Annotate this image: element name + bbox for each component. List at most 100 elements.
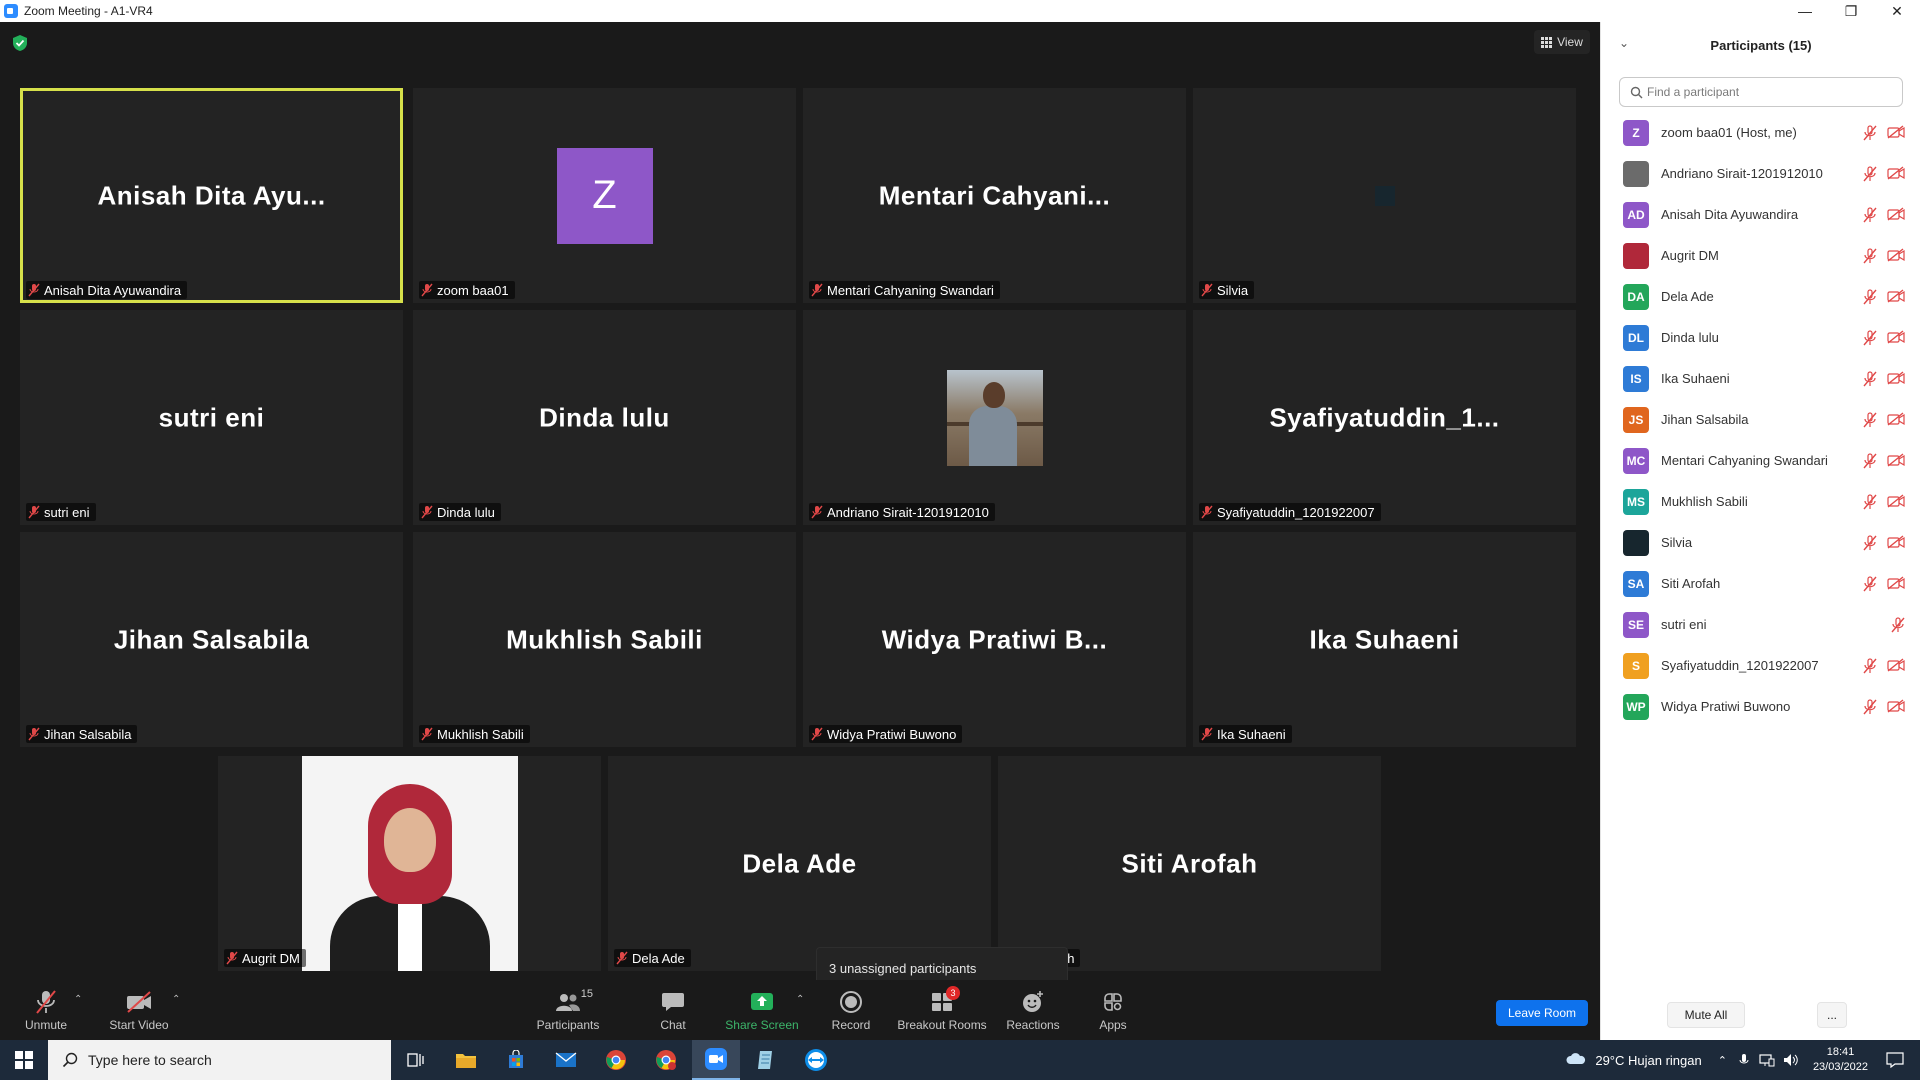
video-tile[interactable]: Jihan Salsabila Jihan Salsabila	[20, 532, 403, 747]
mic-muted-icon[interactable]	[1863, 330, 1877, 351]
mail-button[interactable]	[542, 1040, 590, 1080]
mic-muted-icon[interactable]	[1863, 453, 1877, 474]
zoom-taskbar-button[interactable]	[692, 1040, 740, 1080]
participant-row[interactable]: Augrit DM	[1601, 235, 1920, 276]
minimize-button[interactable]: —	[1782, 0, 1828, 22]
mic-muted-icon[interactable]	[1863, 166, 1877, 187]
mic-muted-icon[interactable]	[1863, 289, 1877, 310]
mic-muted-icon[interactable]	[1891, 617, 1905, 638]
video-off-icon[interactable]	[1887, 535, 1905, 554]
mic-muted-icon[interactable]	[1863, 207, 1877, 228]
share-screen-button[interactable]: Share Screen	[722, 980, 802, 1040]
mic-muted-icon[interactable]	[1863, 699, 1877, 720]
taskbar-search[interactable]: Type here to search	[48, 1040, 391, 1080]
video-tile[interactable]: Andriano Sirait-1201912010	[803, 310, 1186, 525]
participant-row[interactable]: AD Anisah Dita Ayuwandira	[1601, 194, 1920, 235]
more-button[interactable]: ...	[1817, 1002, 1847, 1028]
chevron-down-icon[interactable]: ⌄	[1619, 36, 1629, 50]
video-tile[interactable]: Mukhlish Sabili Mukhlish Sabili	[413, 532, 796, 747]
video-off-icon[interactable]	[1887, 207, 1905, 226]
participant-row[interactable]: DA Dela Ade	[1601, 276, 1920, 317]
tray-overflow-icon[interactable]: ⌃	[1718, 1054, 1727, 1067]
close-button[interactable]: ✕	[1874, 0, 1920, 22]
video-tile[interactable]: sutri eni sutri eni	[20, 310, 403, 525]
participant-row[interactable]: Zzoom baa01 (Host, me)	[1601, 112, 1920, 153]
participant-row[interactable]: WP Widya Pratiwi Buwono	[1601, 686, 1920, 727]
mic-muted-icon[interactable]	[1863, 412, 1877, 433]
video-off-icon[interactable]	[1887, 166, 1905, 185]
video-off-icon[interactable]	[1887, 453, 1905, 472]
video-tile[interactable]: Silvia	[1193, 88, 1576, 303]
video-tile[interactable]: Siti Arofah ah	[998, 756, 1381, 971]
video-tile[interactable]: Dinda lulu Dinda lulu	[413, 310, 796, 525]
task-view-button[interactable]	[392, 1040, 440, 1080]
participant-row[interactable]: MC Mentari Cahyaning Swandari	[1601, 440, 1920, 481]
video-tile[interactable]: Dela Ade Dela Ade	[608, 756, 991, 971]
record-button[interactable]: Record	[826, 980, 876, 1040]
breakout-rooms-button[interactable]: 3 Breakout Rooms	[896, 980, 988, 1040]
video-tile[interactable]: Z zoom baa01	[413, 88, 796, 303]
video-tile[interactable]: Ika Suhaeni Ika Suhaeni	[1193, 532, 1576, 747]
notification-icon[interactable]	[1886, 1052, 1904, 1068]
video-off-icon[interactable]	[1887, 658, 1905, 677]
video-options-caret[interactable]: ⌃	[172, 994, 180, 1005]
leave-room-button[interactable]: Leave Room	[1496, 1000, 1588, 1026]
audio-options-caret[interactable]: ⌃	[74, 994, 82, 1005]
unmute-button[interactable]: Unmute	[18, 980, 74, 1040]
restore-button[interactable]: ❐	[1828, 0, 1874, 22]
store-button[interactable]	[492, 1040, 540, 1080]
video-tile-active-speaker[interactable]: Anisah Dita Ayu... Anisah Dita Ayuwandir…	[20, 88, 403, 303]
speaker-icon[interactable]	[1783, 1053, 1799, 1067]
file-explorer-button[interactable]	[442, 1040, 490, 1080]
participant-row[interactable]: DL Dinda lulu	[1601, 317, 1920, 358]
mic-muted-icon[interactable]	[1863, 576, 1877, 597]
chrome-button[interactable]	[592, 1040, 640, 1080]
video-tile[interactable]: Widya Pratiwi B... Widya Pratiwi Buwono	[803, 532, 1186, 747]
video-off-icon[interactable]	[1887, 371, 1905, 390]
mic-muted-icon[interactable]	[1863, 371, 1877, 392]
chrome-profile-button[interactable]	[642, 1040, 690, 1080]
video-off-icon[interactable]	[1887, 289, 1905, 308]
start-button[interactable]	[0, 1040, 48, 1080]
clock[interactable]: 18:41 23/03/2022	[1813, 1045, 1868, 1075]
security-shield-icon[interactable]	[12, 34, 28, 52]
participant-row[interactable]: MS Mukhlish Sabili	[1601, 481, 1920, 522]
video-off-icon[interactable]	[1887, 576, 1905, 595]
apps-button[interactable]: Apps	[1090, 980, 1136, 1040]
mic-muted-icon[interactable]	[1863, 658, 1877, 679]
participant-row[interactable]: JS Jihan Salsabila	[1601, 399, 1920, 440]
network-icon[interactable]	[1759, 1053, 1775, 1067]
video-tile[interactable]: Mentari Cahyani... Mentari Cahyaning Swa…	[803, 88, 1186, 303]
participant-row[interactable]: IS Ika Suhaeni	[1601, 358, 1920, 399]
video-off-icon[interactable]	[1887, 699, 1905, 718]
video-tile[interactable]: Syafiyatuddin_1... Syafiyatuddin_1201922…	[1193, 310, 1576, 525]
video-tile[interactable]: Augrit DM	[218, 756, 601, 971]
chat-button[interactable]: Chat	[648, 980, 698, 1040]
video-off-icon[interactable]	[1887, 412, 1905, 431]
teamviewer-button[interactable]	[792, 1040, 840, 1080]
participant-row[interactable]: SA Siti Arofah	[1601, 563, 1920, 604]
mic-muted-icon[interactable]	[1863, 248, 1877, 269]
search-input[interactable]	[1647, 85, 1887, 99]
microphone-icon[interactable]	[1739, 1053, 1749, 1067]
mute-all-button[interactable]: Mute All	[1667, 1002, 1745, 1028]
video-off-icon[interactable]	[1887, 494, 1905, 513]
view-button[interactable]: View	[1534, 30, 1590, 54]
reactions-button[interactable]: Reactions	[1004, 980, 1062, 1040]
mic-muted-icon[interactable]	[1863, 535, 1877, 556]
weather-text[interactable]: 29°C Hujan ringan	[1595, 1053, 1701, 1068]
participant-row[interactable]: Silvia	[1601, 522, 1920, 563]
participants-button[interactable]: 15 Participants	[530, 980, 606, 1040]
start-video-button[interactable]: Start Video	[106, 980, 172, 1040]
participant-row[interactable]: Andriano Sirait-1201912010	[1601, 153, 1920, 194]
video-off-icon[interactable]	[1887, 248, 1905, 267]
mic-muted-icon[interactable]	[1863, 494, 1877, 515]
participant-row[interactable]: S Syafiyatuddin_1201922007	[1601, 645, 1920, 686]
notepad-button[interactable]	[742, 1040, 790, 1080]
mic-muted-icon[interactable]	[1863, 125, 1877, 146]
share-options-caret[interactable]: ⌃	[796, 994, 804, 1005]
participant-row[interactable]: SE sutri eni	[1601, 604, 1920, 645]
video-off-icon[interactable]	[1887, 125, 1905, 144]
participant-search[interactable]	[1619, 77, 1903, 107]
video-off-icon[interactable]	[1887, 330, 1905, 349]
